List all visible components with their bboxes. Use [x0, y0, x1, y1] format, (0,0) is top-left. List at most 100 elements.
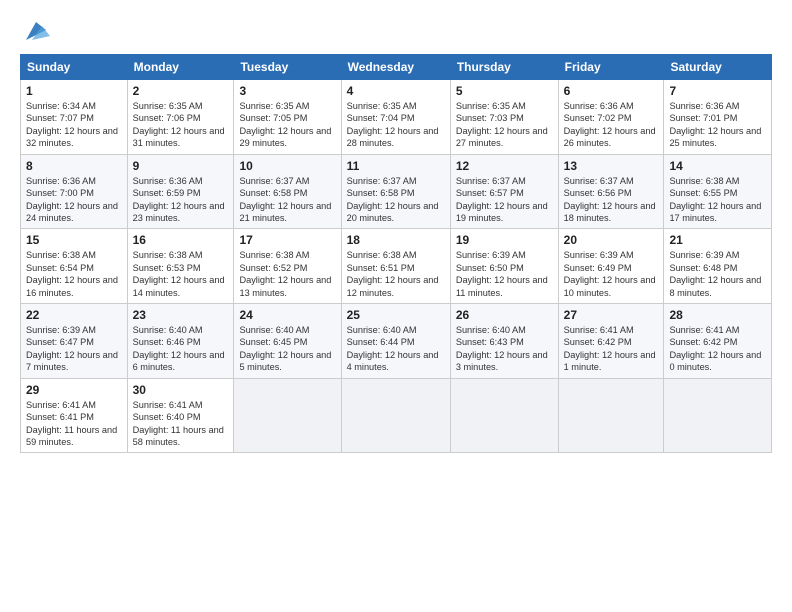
calendar-week-row: 29 Sunrise: 6:41 AM Sunset: 6:41 PM Dayli… [21, 378, 772, 453]
calendar-cell: 2Sunrise: 6:35 AM Sunset: 7:06 PM Daylig… [127, 80, 234, 155]
day-info: Sunrise: 6:41 AM Sunset: 6:42 PM Dayligh… [564, 324, 659, 374]
calendar-week-row: 15 Sunrise: 6:38 AM Sunset: 6:54 PM Dayli… [21, 229, 772, 304]
day-info: Sunrise: 6:34 AM Sunset: 7:07 PM Dayligh… [26, 100, 122, 150]
day-number: 11 [347, 159, 445, 173]
day-info: Sunrise: 6:37 AM Sunset: 6:58 PM Dayligh… [239, 175, 335, 225]
calendar-cell: 10 Sunrise: 6:37 AM Sunset: 6:58 PM Dayli… [234, 154, 341, 229]
header-tuesday: Tuesday [234, 55, 341, 80]
calendar-cell: 28 Sunrise: 6:41 AM Sunset: 6:42 PM Dayli… [664, 304, 772, 379]
day-info: Sunrise: 6:41 AM Sunset: 6:42 PM Dayligh… [669, 324, 766, 374]
header-wednesday: Wednesday [341, 55, 450, 80]
calendar-week-row: 1 Sunrise: 6:34 AM Sunset: 7:07 PM Daylig… [21, 80, 772, 155]
calendar-table: SundayMondayTuesdayWednesdayThursdayFrid… [20, 54, 772, 453]
day-number: 14 [669, 159, 766, 173]
day-number: 3 [239, 84, 335, 98]
calendar-cell: 5 Sunrise: 6:35 AM Sunset: 7:03 PM Daylig… [450, 80, 558, 155]
day-number: 8 [26, 159, 122, 173]
day-number: 26 [456, 308, 553, 322]
day-info: Sunrise: 6:37 AM Sunset: 6:57 PM Dayligh… [456, 175, 553, 225]
day-info: Sunrise: 6:41 AM Sunset: 6:40 PM Dayligh… [133, 399, 229, 449]
header-monday: Monday [127, 55, 234, 80]
calendar-cell: 19 Sunrise: 6:39 AM Sunset: 6:50 PM Dayli… [450, 229, 558, 304]
calendar-cell: 23 Sunrise: 6:40 AM Sunset: 6:46 PM Dayli… [127, 304, 234, 379]
day-info: Sunrise: 6:38 AM Sunset: 6:51 PM Dayligh… [347, 249, 445, 299]
calendar-week-row: 8 Sunrise: 6:36 AM Sunset: 7:00 PM Daylig… [21, 154, 772, 229]
day-info: Sunrise: 6:38 AM Sunset: 6:55 PM Dayligh… [669, 175, 766, 225]
calendar-cell: 17 Sunrise: 6:38 AM Sunset: 6:52 PM Dayli… [234, 229, 341, 304]
day-info: Sunrise: 6:36 AM Sunset: 7:00 PM Dayligh… [26, 175, 122, 225]
day-info: Sunrise: 6:40 AM Sunset: 6:46 PM Dayligh… [133, 324, 229, 374]
day-info: Sunrise: 6:37 AM Sunset: 6:58 PM Dayligh… [347, 175, 445, 225]
day-info: Sunrise: 6:35 AM Sunset: 7:03 PM Dayligh… [456, 100, 553, 150]
header-friday: Friday [558, 55, 664, 80]
day-info: Sunrise: 6:40 AM Sunset: 6:43 PM Dayligh… [456, 324, 553, 374]
day-number: 27 [564, 308, 659, 322]
day-number: 18 [347, 233, 445, 247]
calendar-cell: 18 Sunrise: 6:38 AM Sunset: 6:51 PM Dayli… [341, 229, 450, 304]
calendar-cell: 1 Sunrise: 6:34 AM Sunset: 7:07 PM Daylig… [21, 80, 128, 155]
calendar-cell [450, 378, 558, 453]
calendar-cell: 8 Sunrise: 6:36 AM Sunset: 7:00 PM Daylig… [21, 154, 128, 229]
day-number: 30 [133, 383, 229, 397]
calendar-cell: 15 Sunrise: 6:38 AM Sunset: 6:54 PM Dayli… [21, 229, 128, 304]
calendar-cell: 9 Sunrise: 6:36 AM Sunset: 6:59 PM Daylig… [127, 154, 234, 229]
calendar-cell: 12 Sunrise: 6:37 AM Sunset: 6:57 PM Dayli… [450, 154, 558, 229]
header-saturday: Saturday [664, 55, 772, 80]
day-info: Sunrise: 6:41 AM Sunset: 6:41 PM Dayligh… [26, 399, 122, 449]
day-number: 20 [564, 233, 659, 247]
day-number: 4 [347, 84, 445, 98]
day-number: 5 [456, 84, 553, 98]
day-number: 12 [456, 159, 553, 173]
day-number: 1 [26, 84, 122, 98]
calendar-week-row: 22 Sunrise: 6:39 AM Sunset: 6:47 PM Dayli… [21, 304, 772, 379]
day-number: 24 [239, 308, 335, 322]
calendar-cell: 27 Sunrise: 6:41 AM Sunset: 6:42 PM Dayli… [558, 304, 664, 379]
day-info: Sunrise: 6:39 AM Sunset: 6:47 PM Dayligh… [26, 324, 122, 374]
header [20, 16, 772, 44]
day-number: 2 [133, 84, 229, 98]
day-number: 16 [133, 233, 229, 247]
day-info: Sunrise: 6:38 AM Sunset: 6:52 PM Dayligh… [239, 249, 335, 299]
day-number: 22 [26, 308, 122, 322]
day-info: Sunrise: 6:39 AM Sunset: 6:49 PM Dayligh… [564, 249, 659, 299]
day-info: Sunrise: 6:37 AM Sunset: 6:56 PM Dayligh… [564, 175, 659, 225]
calendar-cell [664, 378, 772, 453]
calendar-cell: 22 Sunrise: 6:39 AM Sunset: 6:47 PM Dayli… [21, 304, 128, 379]
calendar-cell [234, 378, 341, 453]
calendar-cell: 26 Sunrise: 6:40 AM Sunset: 6:43 PM Dayli… [450, 304, 558, 379]
day-info: Sunrise: 6:38 AM Sunset: 6:53 PM Dayligh… [133, 249, 229, 299]
day-number: 15 [26, 233, 122, 247]
logo-icon [22, 16, 50, 44]
calendar-cell: 4 Sunrise: 6:35 AM Sunset: 7:04 PM Daylig… [341, 80, 450, 155]
day-number: 21 [669, 233, 766, 247]
calendar-cell: 11 Sunrise: 6:37 AM Sunset: 6:58 PM Dayli… [341, 154, 450, 229]
calendar-cell: 6Sunrise: 6:36 AM Sunset: 7:02 PM Daylig… [558, 80, 664, 155]
day-info: Sunrise: 6:36 AM Sunset: 6:59 PM Dayligh… [133, 175, 229, 225]
day-info: Sunrise: 6:35 AM Sunset: 7:04 PM Dayligh… [347, 100, 445, 150]
calendar-cell: 7Sunrise: 6:36 AM Sunset: 7:01 PM Daylig… [664, 80, 772, 155]
day-number: 9 [133, 159, 229, 173]
day-number: 23 [133, 308, 229, 322]
calendar-cell: 16 Sunrise: 6:38 AM Sunset: 6:53 PM Dayli… [127, 229, 234, 304]
day-number: 6 [564, 84, 659, 98]
day-number: 10 [239, 159, 335, 173]
calendar-cell: 24Sunrise: 6:40 AM Sunset: 6:45 PM Dayli… [234, 304, 341, 379]
calendar-cell: 20 Sunrise: 6:39 AM Sunset: 6:49 PM Dayli… [558, 229, 664, 304]
day-info: Sunrise: 6:35 AM Sunset: 7:05 PM Dayligh… [239, 100, 335, 150]
day-info: Sunrise: 6:38 AM Sunset: 6:54 PM Dayligh… [26, 249, 122, 299]
day-number: 29 [26, 383, 122, 397]
header-thursday: Thursday [450, 55, 558, 80]
page: SundayMondayTuesdayWednesdayThursdayFrid… [0, 0, 792, 463]
day-number: 28 [669, 308, 766, 322]
day-info: Sunrise: 6:36 AM Sunset: 7:01 PM Dayligh… [669, 100, 766, 150]
logo [20, 16, 50, 44]
calendar-cell: 14 Sunrise: 6:38 AM Sunset: 6:55 PM Dayli… [664, 154, 772, 229]
day-number: 19 [456, 233, 553, 247]
day-info: Sunrise: 6:39 AM Sunset: 6:50 PM Dayligh… [456, 249, 553, 299]
calendar-header-row: SundayMondayTuesdayWednesdayThursdayFrid… [21, 55, 772, 80]
header-sunday: Sunday [21, 55, 128, 80]
day-number: 13 [564, 159, 659, 173]
calendar-cell [341, 378, 450, 453]
day-number: 17 [239, 233, 335, 247]
day-number: 25 [347, 308, 445, 322]
